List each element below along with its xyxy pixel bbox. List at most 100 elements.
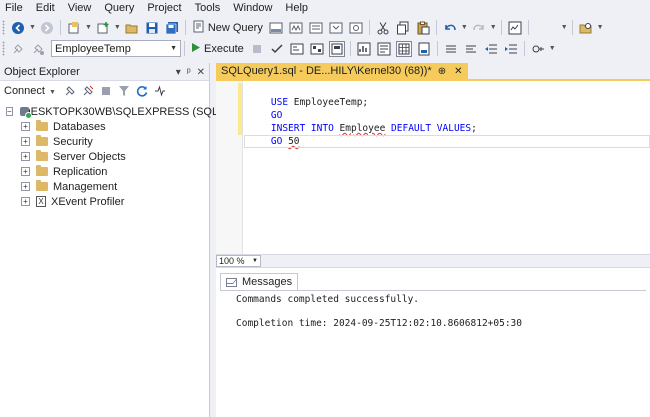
menu-window[interactable]: Window <box>228 0 280 16</box>
connect-plug-icon[interactable] <box>63 84 77 98</box>
menu-file[interactable]: File <box>0 0 31 16</box>
cancel-query-icon[interactable] <box>249 41 265 57</box>
chevron-down-icon[interactable]: ▼ <box>85 24 92 31</box>
increase-indent-icon[interactable] <box>503 41 519 57</box>
activity-icon[interactable] <box>153 84 167 98</box>
paste-icon[interactable] <box>415 20 431 36</box>
uncomment-icon[interactable] <box>463 41 479 57</box>
chevron-down-icon[interactable]: ▼ <box>561 24 568 31</box>
save-all-icon[interactable] <box>164 20 180 36</box>
include-actual-plan-icon[interactable] <box>328 40 345 57</box>
back-icon[interactable] <box>10 20 26 36</box>
tree-node-replication[interactable]: + Replication <box>0 164 209 179</box>
chevron-down-icon[interactable]: ▼ <box>549 45 556 52</box>
pin-icon[interactable]: ᵖ <box>187 67 191 78</box>
forward-icon[interactable] <box>39 20 55 36</box>
dmx-query-icon[interactable] <box>308 20 324 36</box>
analysis-mdx-query-icon[interactable] <box>288 20 304 36</box>
tree-node-security[interactable]: + Security <box>0 134 209 149</box>
chevron-down-icon[interactable]: ▼ <box>114 24 121 31</box>
message-line: Completion time: 2024-09-25T12:02:10.860… <box>236 318 522 329</box>
activity-monitor-icon[interactable] <box>507 20 523 36</box>
new-project-icon[interactable] <box>66 20 82 36</box>
client-statistics-icon[interactable] <box>356 41 372 57</box>
menu-tools[interactable]: Tools <box>190 0 229 16</box>
toolbar-grip[interactable] <box>2 20 5 35</box>
find-in-files-icon[interactable] <box>578 20 594 36</box>
toolbar-grip[interactable] <box>2 41 5 56</box>
object-explorer-panel: Object Explorer ▾ ᵖ ✕ Connect ▼ − DESKTO… <box>0 63 243 417</box>
parse-icon[interactable] <box>269 41 285 57</box>
stop-icon[interactable] <box>99 84 113 98</box>
results-to-text-icon[interactable] <box>376 41 392 57</box>
refresh-icon[interactable] <box>135 84 149 98</box>
tree-node-xevent-profiler[interactable]: + X XEvent Profiler <box>0 194 209 209</box>
code-line-3[interactable]: INSERT INTO Employee DEFAULT VALUES; <box>248 109 477 134</box>
tab-sqlquery1[interactable]: SQLQuery1.sql - DE...HILY\Kernel30 (68))… <box>216 63 468 79</box>
copy-icon[interactable] <box>395 20 411 36</box>
sql-text: ; <box>471 123 477 134</box>
results-to-grid-icon[interactable] <box>395 40 412 57</box>
add-item-icon[interactable] <box>95 20 111 36</box>
menu-project[interactable]: Project <box>142 0 189 16</box>
expand-icon[interactable]: + <box>21 182 30 191</box>
specify-template-values-icon[interactable] <box>530 41 546 57</box>
window-position-icon[interactable]: ▾ <box>176 67 181 78</box>
comment-out-icon[interactable] <box>443 41 459 57</box>
results-to-file-icon[interactable] <box>416 41 432 57</box>
code-line-2[interactable]: GO <box>248 96 282 121</box>
available-databases-dropdown[interactable]: EmployeeTemp ▼ <box>51 40 181 57</box>
zoom-dropdown[interactable]: 100 % ▼ <box>216 255 261 267</box>
tab-messages[interactable]: Messages <box>220 273 299 290</box>
new-query-button[interactable]: New Query <box>189 19 266 36</box>
connect-button[interactable]: Connect ▼ <box>4 85 57 97</box>
connect-icon[interactable] <box>10 41 26 57</box>
tree-node-label: Management <box>53 180 118 193</box>
menu-query[interactable]: Query <box>99 0 142 16</box>
dax-query-icon[interactable] <box>348 20 364 36</box>
toolbar-separator <box>523 41 525 56</box>
tab-title: SQLQuery1.sql - DE...HILY\Kernel30 (68))… <box>221 65 432 77</box>
display-estimated-plan-icon[interactable] <box>289 41 305 57</box>
undo-icon[interactable] <box>442 20 458 36</box>
redo-icon[interactable] <box>471 20 487 36</box>
database-engine-query-icon[interactable] <box>268 20 284 36</box>
menu-help[interactable]: Help <box>280 0 316 16</box>
messages-output[interactable]: Commands completed successfully. Complet… <box>220 290 646 417</box>
pin-tab-icon[interactable]: ⊕ <box>438 66 446 77</box>
menu-edit[interactable]: Edit <box>31 0 63 16</box>
expand-icon[interactable]: + <box>21 167 30 176</box>
execute-button[interactable]: Execute <box>188 40 247 57</box>
code-line-1[interactable]: USE EmployeeTemp; <box>248 83 368 108</box>
xmla-query-icon[interactable] <box>328 20 344 36</box>
filter-icon[interactable] <box>117 84 131 98</box>
expand-icon[interactable]: + <box>21 152 30 161</box>
save-icon[interactable] <box>144 20 160 36</box>
collapse-icon[interactable]: − <box>6 107 13 116</box>
code-line-4[interactable]: GO 50 <box>248 122 300 147</box>
close-tab-icon[interactable]: ✕ <box>454 66 462 77</box>
sql-text: EmployeeTemp; <box>288 97 369 108</box>
chevron-down-icon[interactable]: ▼ <box>29 24 36 31</box>
find-combo-icon[interactable] <box>534 20 558 36</box>
expand-icon[interactable]: + <box>21 122 30 131</box>
menu-view[interactable]: View <box>63 0 100 16</box>
chevron-down-icon[interactable]: ▼ <box>461 24 468 31</box>
tree-node-server-objects[interactable]: + Server Objects <box>0 149 209 164</box>
tree-node-databases[interactable]: + Databases <box>0 119 209 134</box>
query-editor[interactable]: USE EmployeeTemp; GO INSERT INTO Employe… <box>216 79 650 254</box>
server-node-label: DESKTOPK30WB\SQLEXPRESS (SQL Serv <box>22 105 244 118</box>
close-icon[interactable]: ✕ <box>197 67 205 78</box>
cut-icon[interactable] <box>375 20 391 36</box>
server-node[interactable]: − DESKTOPK30WB\SQLEXPRESS (SQL Serv <box>0 104 243 119</box>
tree-node-management[interactable]: + Management <box>0 179 209 194</box>
chevron-down-icon[interactable]: ▼ <box>490 24 497 31</box>
change-connection-icon[interactable] <box>30 41 46 57</box>
open-file-icon[interactable] <box>124 20 140 36</box>
expand-icon[interactable]: + <box>21 137 30 146</box>
chevron-down-icon[interactable]: ▼ <box>597 24 604 31</box>
query-designer-icon[interactable] <box>309 41 325 57</box>
decrease-indent-icon[interactable] <box>483 41 499 57</box>
disconnect-icon[interactable] <box>81 84 95 98</box>
expand-icon[interactable]: + <box>21 197 30 206</box>
